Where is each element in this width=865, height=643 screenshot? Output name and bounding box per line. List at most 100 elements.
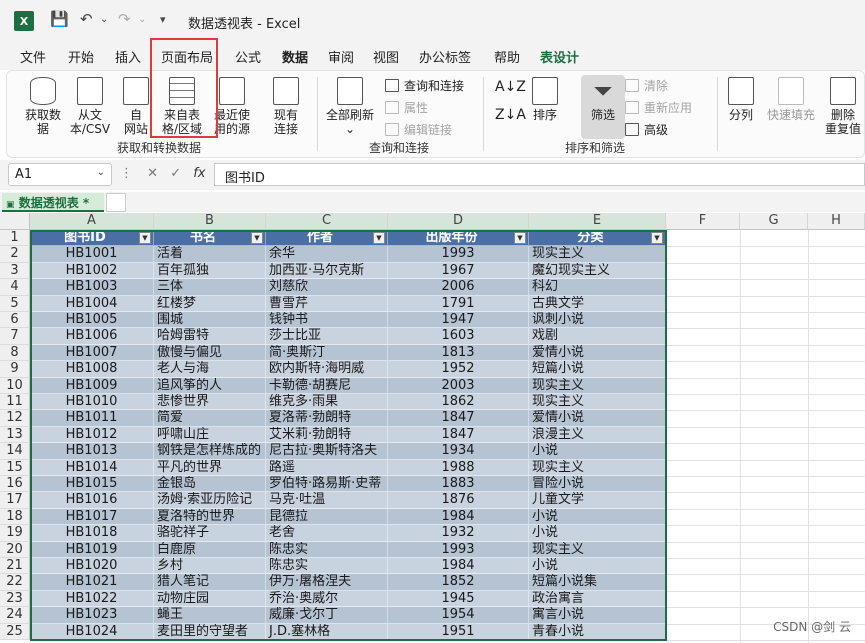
formula-input[interactable]: 图书ID	[214, 163, 865, 186]
row-header[interactable]: 18	[0, 508, 30, 526]
cell-author[interactable]: 陈忠实	[266, 558, 388, 575]
tab-view[interactable]: 视图	[373, 47, 399, 66]
cell-category[interactable]: 爱情小说	[529, 410, 666, 427]
cell-category[interactable]: 爱情小说	[529, 344, 666, 362]
cell-title[interactable]: 平凡的世界	[154, 459, 266, 476]
column-header-g[interactable]: G	[740, 213, 808, 230]
header-cell-author[interactable]: 作者 ▼	[266, 230, 388, 247]
filter-dropdown-icon[interactable]: ▼	[514, 232, 526, 244]
from-table-range-button[interactable]: 来自表 格/区域	[155, 77, 209, 136]
tab-page-layout[interactable]: 页面布局	[161, 47, 213, 66]
function-icon[interactable]: fx	[193, 166, 205, 181]
cell-year[interactable]: 1951	[388, 623, 529, 640]
cell-year[interactable]: 1993	[388, 541, 529, 558]
cell-author[interactable]: 刘慈欣	[266, 279, 388, 296]
filter-button[interactable]: ⏷ 筛选	[581, 77, 625, 122]
cell-title[interactable]: 追风筝的人	[154, 377, 266, 394]
cell-year[interactable]: 1934	[388, 443, 529, 460]
cell-year[interactable]: 1847	[388, 426, 529, 444]
cell-book-id[interactable]: HB1021	[30, 574, 154, 591]
cell-author[interactable]: 钱钟书	[266, 312, 388, 329]
select-all-corner[interactable]	[0, 213, 30, 230]
cell-title[interactable]: 百年孤独	[154, 262, 266, 280]
cell-category[interactable]: 浪漫主义	[529, 426, 666, 444]
row-header[interactable]: 1	[0, 230, 30, 247]
sort-button[interactable]: 排序	[525, 77, 565, 122]
header-cell-title[interactable]: 书名 ▼	[154, 230, 266, 247]
cell-year[interactable]: 1603	[388, 328, 529, 345]
cell-category[interactable]: 小说	[529, 558, 666, 575]
sort-descending-button[interactable]: Z↓A	[495, 107, 526, 123]
cell-year[interactable]: 2006	[388, 279, 529, 296]
cell-title[interactable]: 金银岛	[154, 476, 266, 493]
cell-title[interactable]: 红楼梦	[154, 295, 266, 312]
cell-author[interactable]: 老舍	[266, 525, 388, 542]
cell-title[interactable]: 傲慢与偏见	[154, 344, 266, 362]
cell-book-id[interactable]: HB1019	[30, 541, 154, 558]
row-header[interactable]: 21	[0, 558, 30, 575]
cell-book-id[interactable]: HB1008	[30, 361, 154, 378]
row-header[interactable]: 8	[0, 344, 30, 362]
column-header-h[interactable]: H	[808, 213, 865, 230]
filter-dropdown-icon[interactable]: ▼	[651, 232, 663, 244]
cell-year[interactable]: 1952	[388, 361, 529, 378]
cell-category[interactable]: 魔幻现实主义	[529, 262, 666, 280]
cell-author[interactable]: 余华	[266, 246, 388, 263]
cell-book-id[interactable]: HB1001	[30, 246, 154, 263]
column-header-c[interactable]: C	[266, 213, 388, 230]
flash-fill-button[interactable]: 快速填充	[763, 77, 819, 122]
cell-book-id[interactable]: HB1014	[30, 459, 154, 476]
cell-author[interactable]: 陈忠实	[266, 541, 388, 558]
cell-category[interactable]: 政治寓言	[529, 590, 666, 608]
cell-category[interactable]: 现实主义	[529, 459, 666, 476]
chevron-down-icon[interactable]: ⌄	[97, 167, 105, 178]
cell-category[interactable]: 古典文学	[529, 295, 666, 312]
cell-book-id[interactable]: HB1023	[30, 607, 154, 624]
cell-title[interactable]: 夏洛特的世界	[154, 508, 266, 526]
cell-category[interactable]: 现实主义	[529, 377, 666, 394]
cell-category[interactable]: 冒险小说	[529, 476, 666, 493]
cell-category[interactable]: 戏剧	[529, 328, 666, 345]
properties-button[interactable]: 属性	[385, 99, 428, 116]
cell-year[interactable]: 1932	[388, 525, 529, 542]
cell-year[interactable]: 1791	[388, 295, 529, 312]
cell-author[interactable]: 尼古拉·奥斯特洛夫	[266, 443, 388, 460]
header-cell-year[interactable]: 出版年份 ▼	[388, 230, 529, 247]
row-header[interactable]: 15	[0, 459, 30, 476]
row-header[interactable]: 14	[0, 443, 30, 460]
cell-category[interactable]: 科幻	[529, 279, 666, 296]
cell-year[interactable]: 1947	[388, 312, 529, 329]
customize-toolbar-icon[interactable]: ▾	[160, 13, 166, 26]
cell-category[interactable]: 现实主义	[529, 246, 666, 263]
cell-year[interactable]: 1813	[388, 344, 529, 362]
row-header[interactable]: 9	[0, 361, 30, 378]
cell-title[interactable]: 围城	[154, 312, 266, 329]
cell-category[interactable]: 短篇小说	[529, 361, 666, 378]
cell-category[interactable]: 现实主义	[529, 541, 666, 558]
cell-book-id[interactable]: HB1002	[30, 262, 154, 280]
cell-category[interactable]: 小说	[529, 525, 666, 542]
cell-title[interactable]: 呼啸山庄	[154, 426, 266, 444]
cell-author[interactable]: 艾米莉·勃朗特	[266, 426, 388, 444]
cell-title[interactable]: 悲惨世界	[154, 394, 266, 411]
tab-insert[interactable]: 插入	[115, 47, 141, 66]
row-header[interactable]: 10	[0, 377, 30, 394]
cell-author[interactable]: 伊万·屠格涅夫	[266, 574, 388, 591]
cell-author[interactable]: J.D.塞林格	[266, 623, 388, 640]
row-header[interactable]: 13	[0, 426, 30, 444]
cell-book-id[interactable]: HB1006	[30, 328, 154, 345]
cell-title[interactable]: 麦田里的守望者	[154, 623, 266, 640]
cell-author[interactable]: 乔治·奥威尔	[266, 590, 388, 608]
enter-icon[interactable]: ✓	[170, 166, 181, 181]
cell-book-id[interactable]: HB1007	[30, 344, 154, 362]
cell-book-id[interactable]: HB1013	[30, 443, 154, 460]
cell-title[interactable]: 动物庄园	[154, 590, 266, 608]
cell-author[interactable]: 夏洛蒂·勃朗特	[266, 410, 388, 427]
cell-title[interactable]: 乡村	[154, 558, 266, 575]
row-header[interactable]: 11	[0, 394, 30, 411]
cell-year[interactable]: 1876	[388, 492, 529, 509]
cell-book-id[interactable]: HB1017	[30, 508, 154, 526]
cell-author[interactable]: 马克·吐温	[266, 492, 388, 509]
cell-category[interactable]: 现实主义	[529, 394, 666, 411]
advanced-filter-button[interactable]: 高级	[625, 121, 668, 138]
